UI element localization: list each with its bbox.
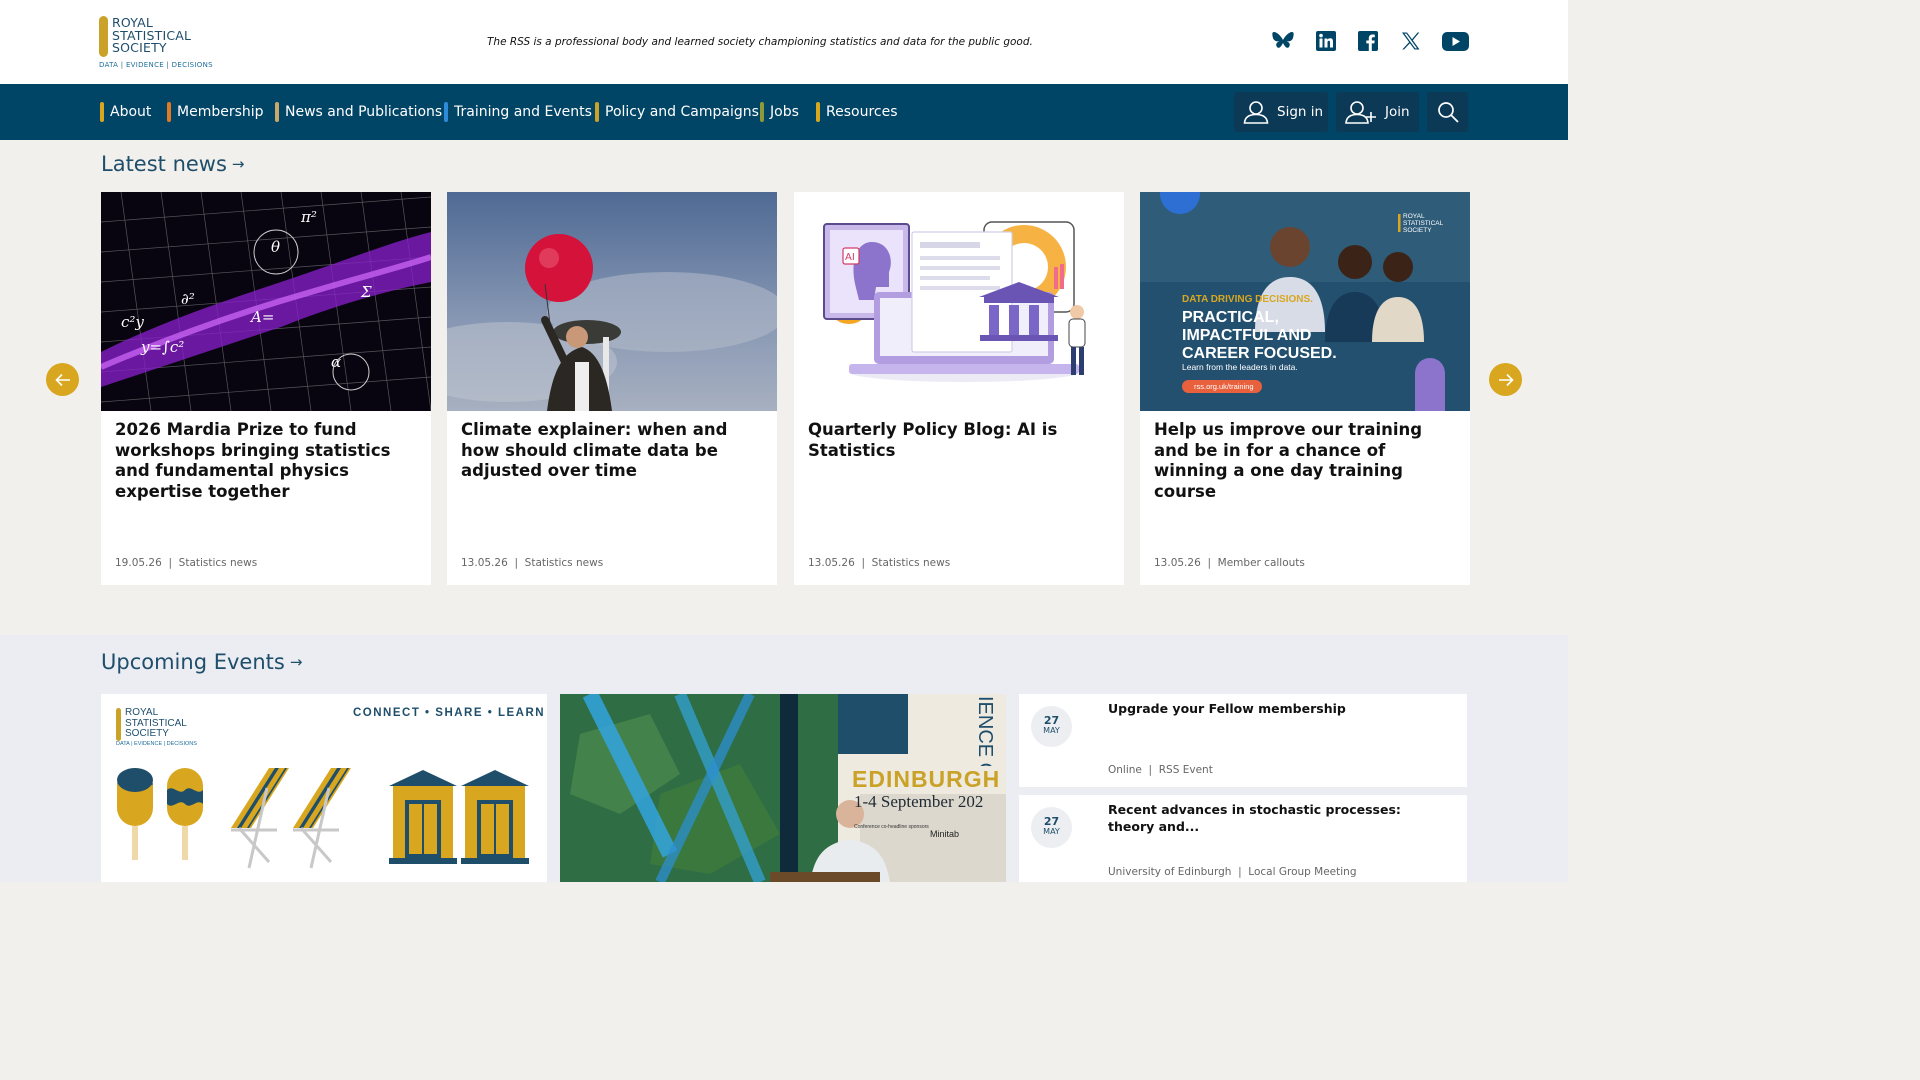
event-date-badge: 27 MAY: [1031, 706, 1072, 747]
conference-banner-city: EDINBURGH: [852, 766, 1001, 792]
promo-headline: PRACTICAL, IMPACTFUL AND CAREER FOCUSED.: [1182, 309, 1337, 362]
conference-sponsor: Minitab: [930, 829, 960, 839]
logo-bar: [99, 16, 108, 57]
nav-item-membership[interactable]: Membership: [167, 102, 264, 122]
facebook-icon[interactable]: [1357, 30, 1379, 52]
promo-logo-name: ROYAL STATISTICAL SOCIETY: [125, 707, 187, 739]
news-meta: 13.05.26 | Member callouts: [1154, 557, 1305, 569]
nav-item-about[interactable]: About: [100, 102, 151, 122]
promo-slogan: CONNECT • SHARE • LEARN: [353, 707, 546, 719]
event-list-item[interactable]: 27 MAY Recent advances in stochastic pro…: [1019, 795, 1467, 882]
nav-item-policy-and-campaigns[interactable]: Policy and Campaigns: [595, 102, 759, 122]
news-meta: 19.05.26 | Statistics news: [115, 557, 258, 569]
nav-item-jobs[interactable]: Jobs: [760, 102, 799, 122]
svg-text:∂²: ∂²: [181, 290, 195, 308]
nav-accent: [100, 102, 104, 122]
nav-accent: [760, 102, 764, 122]
svg-text:c²y: c²y: [121, 313, 144, 331]
news-card[interactable]: ROYAL STATISTICAL SOCIETY DATA DRIVING D…: [1140, 192, 1470, 585]
promo-url: rss.org.uk/training: [1182, 380, 1262, 393]
event-title[interactable]: Recent advances in stochastic processes:…: [1108, 802, 1418, 835]
bluesky-icon[interactable]: [1272, 30, 1294, 52]
event-date-badge: 27 MAY: [1031, 807, 1072, 848]
nav-accent: [444, 102, 448, 122]
svg-text:AI: AI: [845, 252, 855, 263]
news-card[interactable]: AI Quarterly Policy Blog: AI is Statisti…: [794, 192, 1124, 585]
carousel-prev-button[interactable]: [46, 363, 79, 396]
upcoming-events-heading[interactable]: Upcoming Events →: [101, 650, 302, 674]
news-title[interactable]: 2026 Mardia Prize to fund workshops brin…: [115, 420, 419, 502]
nav-accent: [167, 102, 171, 122]
rss-logo[interactable]: ROYAL STATISTICAL SOCIETY DATA | EVIDENC…: [99, 15, 213, 71]
sign-in-button[interactable]: Sign in: [1234, 92, 1328, 132]
mission-statement: The RSS is a professional body and learn…: [487, 36, 1033, 48]
nav-item-resources[interactable]: Resources: [816, 102, 898, 122]
search-icon: [1437, 101, 1459, 123]
nav-item-news-and-publications[interactable]: News and Publications: [275, 102, 442, 122]
svg-text:A=: A=: [249, 308, 274, 326]
event-meta: Online | RSS Event: [1108, 764, 1213, 776]
nav-item-training-and-events[interactable]: Training and Events: [444, 102, 592, 122]
news-title[interactable]: Climate explainer: when and how should c…: [461, 420, 765, 482]
event-promo-card[interactable]: ROYAL STATISTICAL SOCIETY DATA | EVIDENC…: [101, 694, 547, 882]
nav-accent: [275, 102, 279, 122]
news-image-physics-equations: c²y y=∫c² ∂² θ π² A= α Σ: [101, 192, 431, 411]
news-image-ai-policy-illustration: AI: [794, 192, 1124, 411]
promo-logo-bar: [116, 708, 121, 741]
x-icon[interactable]: [1399, 30, 1421, 52]
news-title[interactable]: Help us improve our training and be in f…: [1154, 420, 1458, 502]
promo-logo: ROYAL STATISTICAL SOCIETY: [1403, 213, 1444, 234]
svg-text:θ: θ: [271, 238, 280, 256]
news-meta: 13.05.26 | Statistics news: [461, 557, 604, 569]
nav-accent: [816, 102, 820, 122]
promo-kicker: DATA DRIVING DECISIONS.: [1182, 294, 1313, 305]
news-image-weather-balloon: [447, 192, 777, 411]
svg-text:Σ: Σ: [360, 283, 372, 301]
linkedin-icon[interactable]: [1315, 30, 1337, 52]
arrow-right-icon: [1498, 373, 1514, 387]
news-image-training-promo: ROYAL STATISTICAL SOCIETY DATA DRIVING D…: [1140, 192, 1470, 411]
conference-sponsor-label: Conference co-headline sponsors: [854, 824, 929, 830]
arrow-right-icon: →: [231, 155, 245, 173]
logo-tagline: DATA | EVIDENCE | DECISIONS: [99, 61, 213, 69]
latest-news-heading[interactable]: Latest news →: [101, 152, 245, 176]
search-button[interactable]: [1427, 92, 1468, 132]
logo-name: ROYAL STATISTICAL SOCIETY: [112, 15, 192, 55]
news-title[interactable]: Quarterly Policy Blog: AI is Statistics: [808, 420, 1112, 461]
event-list-item[interactable]: 27 MAY Upgrade your Fellow membership On…: [1019, 694, 1467, 787]
svg-text:y=∫c²: y=∫c²: [140, 338, 184, 356]
add-user-icon: [1345, 100, 1377, 124]
news-meta: 13.05.26 | Statistics news: [808, 557, 951, 569]
arrow-left-icon: [54, 373, 71, 387]
conference-banner-vertical: IENCE CASE: [976, 696, 996, 766]
nav-accent: [595, 102, 599, 122]
user-icon: [1243, 100, 1269, 124]
news-card[interactable]: Climate explainer: when and how should c…: [447, 192, 777, 585]
summer-illustration: [117, 768, 529, 869]
svg-text:π²: π²: [300, 208, 317, 226]
site-header: ROYAL STATISTICAL SOCIETY DATA | EVIDENC…: [0, 0, 1568, 84]
youtube-icon[interactable]: [1442, 30, 1469, 52]
event-title[interactable]: Upgrade your Fellow membership: [1108, 701, 1418, 718]
join-button[interactable]: Join: [1336, 92, 1419, 132]
carousel-next-button[interactable]: [1489, 363, 1522, 396]
conference-banner-dates: 1-4 September 202: [854, 792, 984, 811]
news-card[interactable]: c²y y=∫c² ∂² θ π² A= α Σ 2026 Mardia Pri…: [101, 192, 431, 585]
promo-sub: Learn from the leaders in data.: [1182, 362, 1298, 372]
event-meta: University of Edinburgh | Local Group Me…: [1108, 866, 1357, 878]
event-conference-photo[interactable]: EDINBURGH 1-4 September 202 IENCE CASE C…: [560, 694, 1006, 882]
arrow-right-icon: →: [289, 653, 303, 671]
promo-logo-tagline: DATA | EVIDENCE | DECISIONS: [116, 741, 197, 747]
